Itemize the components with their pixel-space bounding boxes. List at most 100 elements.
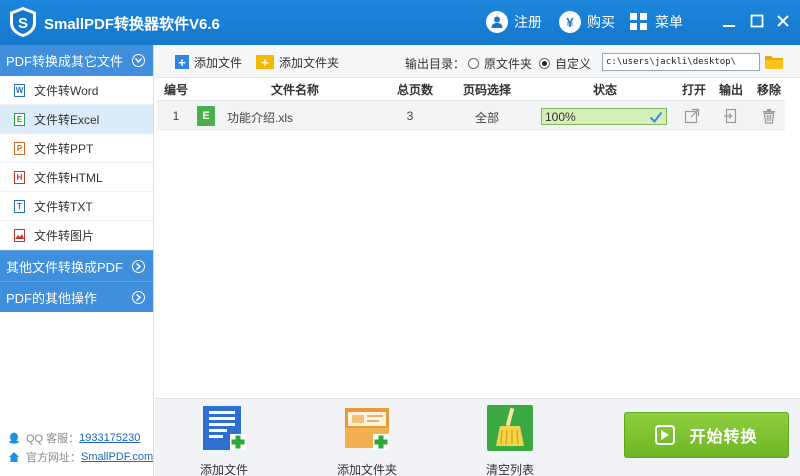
sidebar-item-label: 文件转TXT (34, 199, 93, 214)
excel-file-icon: E (14, 112, 25, 126)
sidebar-footer: QQ 客服： 1933175230 官方网址： SmallPDF.com (0, 428, 154, 466)
chevron-right-icon (132, 290, 145, 304)
radio-dot-selected (539, 58, 550, 69)
sidebar-section-pdf-to-other[interactable]: PDF转换成其它文件 (0, 45, 153, 76)
open-external-icon[interactable] (684, 108, 700, 124)
title-bar: S SmallPDF转换器软件V6.6 注册 ¥ 购买 菜单 (0, 0, 800, 45)
sidebar-item-label: 文件转PPT (34, 141, 94, 156)
radio-custom-label: 自定义 (555, 57, 592, 71)
website-row: 官方网址： SmallPDF.com (0, 447, 154, 466)
radio-custom-folder[interactable]: 自定义 (539, 55, 591, 72)
app-title: SmallPDF转换器软件V6.6 (44, 16, 220, 33)
toolbar-add-folder-button[interactable]: + 添加文件夹 (256, 53, 339, 71)
row-file-name: 功能介绍.xls (227, 111, 294, 125)
register-button[interactable]: 注册 (486, 10, 542, 34)
sidebar-section-other-to-pdf[interactable]: 其他文件转换成PDF (0, 250, 153, 281)
grid-menu-icon (630, 13, 647, 30)
col-header-output: 输出 (718, 83, 743, 97)
progress-text: 100% (545, 110, 576, 124)
maximize-button[interactable] (744, 9, 770, 33)
close-icon (777, 15, 789, 27)
sidebar-item-label: 文件转Excel (34, 112, 100, 127)
sidebar-section-label: 其他文件转换成PDF (6, 259, 124, 275)
minimize-button[interactable] (716, 9, 742, 33)
sidebar-item-to-image[interactable]: 文件转图片 (0, 221, 153, 250)
col-header-name: 文件名称 (270, 83, 319, 97)
plus-icon: + (175, 55, 189, 69)
buy-button[interactable]: ¥ 购买 (559, 10, 615, 34)
sidebar: PDF转换成其它文件 W 文件转Word E 文件转Excel P 文件转PPT… (0, 45, 154, 476)
radio-dot (468, 58, 479, 69)
col-header-open: 打开 (681, 83, 706, 97)
add-folder-big-icon (345, 408, 389, 450)
row-index: 1 (172, 109, 180, 123)
toolbar: + 添加文件 + 添加文件夹 输出目录： 原文件夹 自定义 (155, 45, 800, 78)
check-icon (649, 111, 663, 124)
table-header: 编号 文件名称 总页数 页码选择 状态 打开 输出 移除 (155, 78, 800, 98)
col-header-index: 编号 (163, 83, 188, 97)
chevron-right-icon (132, 259, 145, 273)
toolbar-add-file-label: 添加文件 (194, 55, 243, 70)
yen-icon: ¥ (559, 11, 581, 33)
add-file-big-icon (203, 406, 246, 450)
qq-label: QQ 客服： (26, 432, 80, 445)
trash-icon[interactable] (761, 108, 777, 124)
maximize-icon (750, 14, 764, 28)
radio-original-folder[interactable]: 原文件夹 (468, 55, 532, 72)
sidebar-item-to-ppt[interactable]: P 文件转PPT (0, 134, 153, 163)
browse-folder-icon[interactable] (765, 54, 783, 69)
sidebar-item-to-excel[interactable]: E 文件转Excel (0, 105, 153, 134)
close-button[interactable] (770, 9, 796, 33)
table-row[interactable]: 1 E 功能介绍.xls 3 全部 100% (157, 100, 785, 130)
output-dir-label: 输出目录： (405, 57, 466, 71)
home-icon (9, 451, 19, 462)
toolbar-add-file-button[interactable]: + 添加文件 (175, 53, 242, 71)
sidebar-section-pdf-other-ops[interactable]: PDF的其他操作 (0, 281, 153, 312)
broom-icon (487, 405, 533, 451)
col-header-status: 状态 (592, 83, 617, 97)
row-progress-bar: 100% (541, 108, 667, 125)
bottom-bar: 添加文件 添加文件夹 清空列表 开始转换 (155, 398, 800, 476)
start-convert-label: 开始转换 (689, 429, 758, 446)
bottom-clear-list-label: 清空列表 (485, 463, 534, 476)
buy-label: 购买 (587, 14, 615, 30)
image-file-icon (14, 228, 25, 242)
sidebar-section-label: PDF转换成其它文件 (6, 54, 124, 69)
chevron-down-icon (132, 54, 145, 67)
qq-icon (9, 432, 19, 444)
bottom-add-file-label: 添加文件 (199, 463, 248, 476)
txt-file-icon: T (14, 199, 25, 213)
row-page-range[interactable]: 全部 (462, 109, 512, 126)
toolbar-add-folder-label: 添加文件夹 (279, 55, 340, 70)
register-label: 注册 (514, 14, 542, 30)
bottom-add-folder-button[interactable]: 添加文件夹 (327, 404, 407, 476)
col-header-pages: 总页数 (396, 83, 433, 97)
col-header-remove: 移除 (756, 83, 781, 97)
folder-plus-icon: + (256, 55, 274, 69)
sidebar-section-label: PDF的其他操作 (6, 290, 98, 306)
output-path-input[interactable] (602, 53, 760, 71)
sidebar-item-label: 文件转Word (34, 83, 99, 98)
bottom-add-file-button[interactable]: 添加文件 (184, 404, 264, 476)
play-icon (655, 425, 676, 445)
word-file-icon: W (14, 83, 25, 97)
bottom-clear-list-button[interactable]: 清空列表 (470, 404, 550, 476)
qq-number-link[interactable]: 1933175230 (79, 432, 140, 444)
sidebar-item-to-txt[interactable]: T 文件转TXT (0, 192, 153, 221)
sidebar-item-label: 文件转图片 (34, 228, 95, 243)
sidebar-item-to-html[interactable]: H 文件转HTML (0, 163, 153, 192)
minimize-icon (723, 25, 735, 27)
output-folder-icon[interactable] (723, 108, 739, 124)
website-link[interactable]: SmallPDF.com (81, 451, 153, 463)
excel-file-icon: E (197, 106, 215, 126)
bottom-add-folder-label: 添加文件夹 (336, 463, 397, 476)
radio-original-label: 原文件夹 (484, 57, 533, 71)
menu-button[interactable]: 菜单 (629, 10, 683, 34)
sidebar-item-label: 文件转HTML (34, 170, 103, 185)
app-logo-icon: S (10, 7, 36, 37)
row-page-count: 3 (406, 109, 414, 123)
menu-label: 菜单 (655, 14, 683, 30)
start-convert-button[interactable]: 开始转换 (624, 412, 789, 458)
ppt-file-icon: P (14, 141, 25, 155)
sidebar-item-to-word[interactable]: W 文件转Word (0, 76, 153, 105)
